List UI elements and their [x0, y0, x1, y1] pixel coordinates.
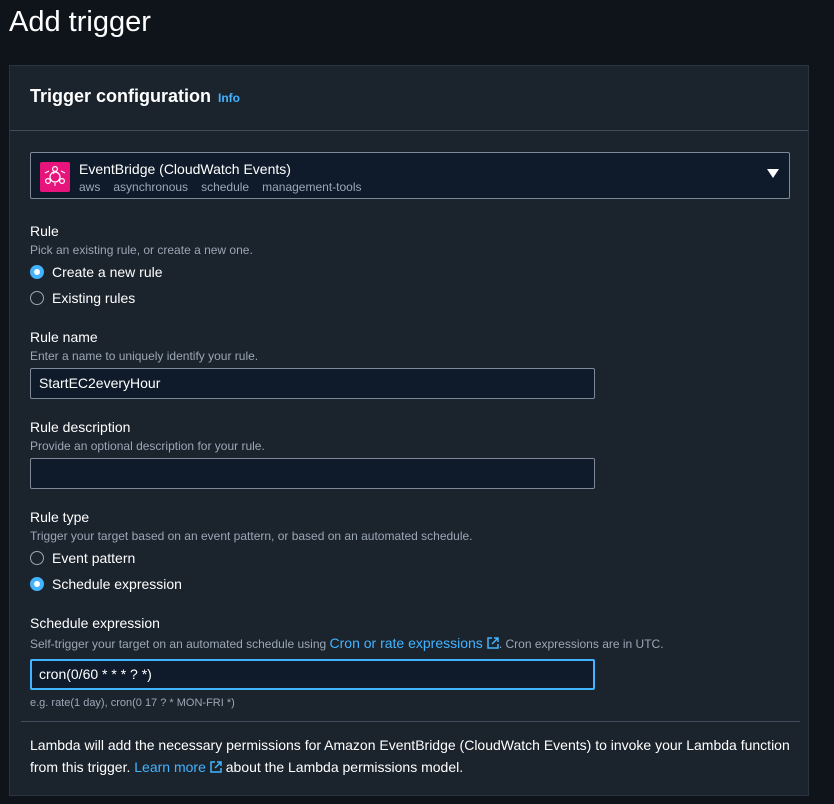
- permissions-note: Lambda will add the necessary permission…: [30, 734, 790, 778]
- trigger-source-tags: aws asynchronous schedule management-tools: [79, 180, 375, 194]
- rule-label: Rule: [30, 223, 59, 239]
- radio-button[interactable]: [30, 291, 44, 305]
- radio-button[interactable]: [30, 551, 44, 565]
- schedule-expression-input[interactable]: cron(0/60 * * * ? *): [30, 659, 595, 690]
- tag: aws: [79, 180, 101, 194]
- external-link-icon[interactable]: [210, 761, 222, 773]
- cron-expressions-link[interactable]: Cron or rate expressions: [330, 635, 483, 651]
- panel-header: Trigger configuration Info: [10, 66, 808, 131]
- trigger-configuration-panel: Trigger configuration Info EventBridge (…: [9, 65, 809, 796]
- caret-down-icon[interactable]: [767, 169, 779, 178]
- tag: asynchronous: [113, 180, 189, 194]
- radio-label: Event pattern: [52, 550, 136, 566]
- tag: schedule: [201, 180, 250, 194]
- external-link-icon[interactable]: [487, 637, 499, 649]
- page-title: Add trigger: [9, 6, 151, 38]
- divider: [21, 721, 800, 722]
- rule-description-help: Provide an optional description for your…: [30, 439, 265, 453]
- panel-title: Trigger configuration: [30, 86, 212, 106]
- description-text: Self-trigger your target on an automated…: [30, 637, 330, 651]
- rule-name-description: Enter a name to uniquely identify your r…: [30, 349, 259, 363]
- rule-type-description: Trigger your target based on an event pa…: [30, 529, 473, 543]
- info-link[interactable]: Info: [218, 91, 240, 105]
- radio-label: Create a new rule: [52, 264, 163, 280]
- permissions-text: about the Lambda permissions model.: [221, 759, 464, 775]
- rule-type-label: Rule type: [30, 509, 90, 525]
- description-text: . Cron expressions are in UTC.: [498, 637, 664, 651]
- eventbridge-icon: [40, 162, 70, 192]
- schedule-expression-description: Self-trigger your target on an automated…: [30, 635, 664, 651]
- radio-button[interactable]: [30, 265, 44, 279]
- radio-button[interactable]: [30, 577, 44, 591]
- rule-description-text: Pick an existing rule, or create a new o…: [30, 243, 253, 257]
- radio-label: Existing rules: [52, 290, 136, 306]
- radio-label: Schedule expression: [52, 576, 182, 592]
- rule-description-label: Rule description: [30, 419, 131, 435]
- rule-description-input[interactable]: [30, 458, 595, 489]
- tag: management-tools: [262, 180, 362, 194]
- rule-name-input[interactable]: StartEC2everyHour: [30, 368, 595, 399]
- rule-name-label: Rule name: [30, 329, 98, 345]
- trigger-source-select[interactable]: EventBridge (CloudWatch Events) aws async…: [30, 152, 790, 199]
- learn-more-link[interactable]: Learn more: [134, 759, 206, 775]
- trigger-source-title: EventBridge (CloudWatch Events): [79, 161, 291, 177]
- schedule-expression-hint: e.g. rate(1 day), cron(0 17 ? * MON-FRI …: [30, 697, 235, 709]
- schedule-expression-label: Schedule expression: [30, 615, 160, 631]
